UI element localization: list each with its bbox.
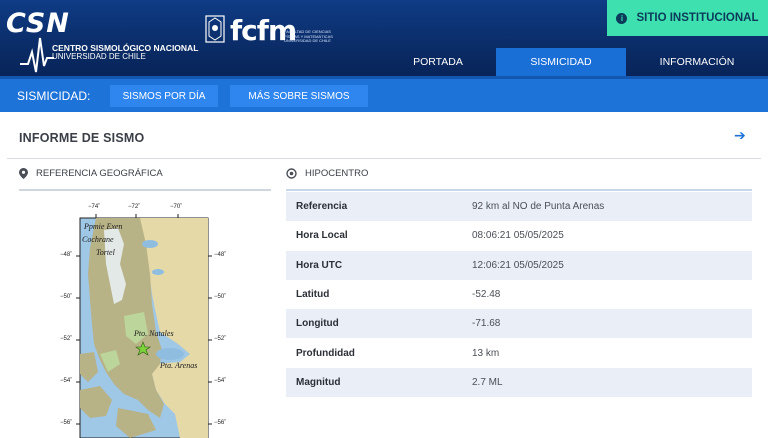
target-icon (286, 168, 297, 179)
map-tick-left-1: −48˚ (60, 252, 73, 258)
map-label-pta-arenas: Pta. Arenas (160, 361, 198, 370)
map-tick-right-1: −48˚ (214, 252, 227, 258)
map-tick-left-2: −50˚ (60, 294, 73, 300)
hipo-section-label: HIPOCENTRO (305, 168, 369, 179)
row-value: -71.68 (472, 318, 501, 330)
row-value: 13 km (472, 347, 500, 359)
row-key: Latitud (296, 289, 330, 301)
map-tick-top-2: −72˚ (128, 204, 141, 210)
map-label-ppmie-exen: Ppmie Exen (84, 222, 123, 231)
mas-sobre-sismos-button[interactable]: MÁS SOBRE SISMOS (230, 85, 368, 107)
map-tick-left-5: −56˚ (60, 420, 73, 426)
fcfm-logo[interactable]: fcfm FACULTAD DE CIENCIAS FÍSICAS Y MATE… (204, 12, 354, 52)
row-value: -52.48 (472, 289, 501, 301)
university-seal-icon (205, 15, 225, 43)
institutional-site-button[interactable]: i SITIO INSTITUCIONAL (607, 0, 768, 36)
seismograph-wave-icon (20, 37, 54, 73)
map-tick-left-3: −52˚ (60, 336, 73, 342)
table-row: Referencia 92 km al NO de Punta Arenas (286, 192, 752, 222)
map-tick-right-2: −50˚ (214, 294, 227, 300)
nav-item-portada[interactable]: PORTADA (380, 48, 496, 76)
row-key: Hora Local (296, 230, 348, 242)
main-nav: PORTADA SISMICIDAD INFORMACIÓN (380, 48, 768, 76)
arrow-left-icon[interactable]: ➔ (734, 127, 746, 144)
site-header: CSN CENTRO SISMOLÓGICO NACIONAL UNIVERSI… (0, 0, 768, 76)
table-row: Hora Local 08:06:21 05/05/2025 (286, 221, 752, 250)
geo-section-header: REFERENCIA GEOGRÁFICA (19, 168, 163, 179)
map-pin-icon (19, 168, 28, 179)
row-key: Hora UTC (296, 259, 343, 271)
table-row: Hora UTC 12:06:21 05/05/2025 (286, 250, 752, 280)
table-row: Longitud -71.68 (286, 309, 752, 339)
fcfm-caption: FACULTAD DE CIENCIAS FÍSICAS Y MATEMÁTIC… (284, 29, 333, 43)
map-label-cochrane: Cochrane (82, 235, 114, 244)
geo-section-divider (19, 189, 271, 191)
nav-item-informacion[interactable]: INFORMACIÓN (626, 48, 768, 76)
map-label-pto-natales: Pto. Natales (134, 329, 174, 338)
table-row: Profundidad 13 km (286, 338, 752, 367)
map-tick-right-3: −52˚ (214, 336, 227, 342)
map-tick-top-3: −70˚ (170, 204, 183, 210)
table-row: Magnitud 2.7 ML (286, 367, 752, 398)
row-key: Profundidad (296, 347, 355, 359)
row-value: 92 km al NO de Punta Arenas (472, 201, 605, 213)
map-label-tortel: Tortel (96, 248, 115, 257)
row-key: Magnitud (296, 376, 341, 388)
hipo-section-header: HIPOCENTRO (286, 168, 368, 179)
row-value: 12:06:21 05/05/2025 (472, 259, 564, 271)
map-tick-left-4: −54˚ (60, 378, 73, 384)
page-title: INFORME DE SISMO (19, 131, 145, 145)
map-tick-top-1: −74˚ (88, 204, 101, 210)
row-value: 08:06:21 05/05/2025 (472, 230, 564, 242)
row-value: 2.7 ML (472, 376, 503, 388)
sub-nav: SISMICIDAD: SISMOS POR DÍA MÁS SOBRE SIS… (0, 76, 768, 112)
map-tick-right-5: −56˚ (214, 420, 227, 426)
csn-subname: UNIVERSIDAD DE CHILE (52, 52, 146, 61)
geo-section-label: REFERENCIA GEOGRÁFICA (36, 168, 163, 179)
institutional-site-label: SITIO INSTITUCIONAL (636, 12, 759, 24)
nav-item-sismicidad[interactable]: SISMICIDAD (496, 48, 626, 76)
title-divider (7, 158, 761, 159)
sismos-por-dia-button[interactable]: SISMOS POR DÍA (110, 85, 218, 107)
row-key: Longitud (296, 318, 339, 330)
table-row: Latitud -52.48 (286, 280, 752, 309)
hipocentro-table: Referencia 92 km al NO de Punta Arenas H… (286, 192, 752, 398)
info-icon: i (616, 12, 628, 24)
map-tick-right-4: −54˚ (214, 378, 227, 384)
row-key: Referencia (296, 201, 348, 213)
location-map[interactable]: −74˚ −72˚ −70˚ −48˚ −50˚ −52˚ −54˚ −56˚ … (60, 204, 240, 438)
hipo-section-divider (286, 189, 752, 191)
sub-nav-label: SISMICIDAD: (17, 89, 91, 103)
